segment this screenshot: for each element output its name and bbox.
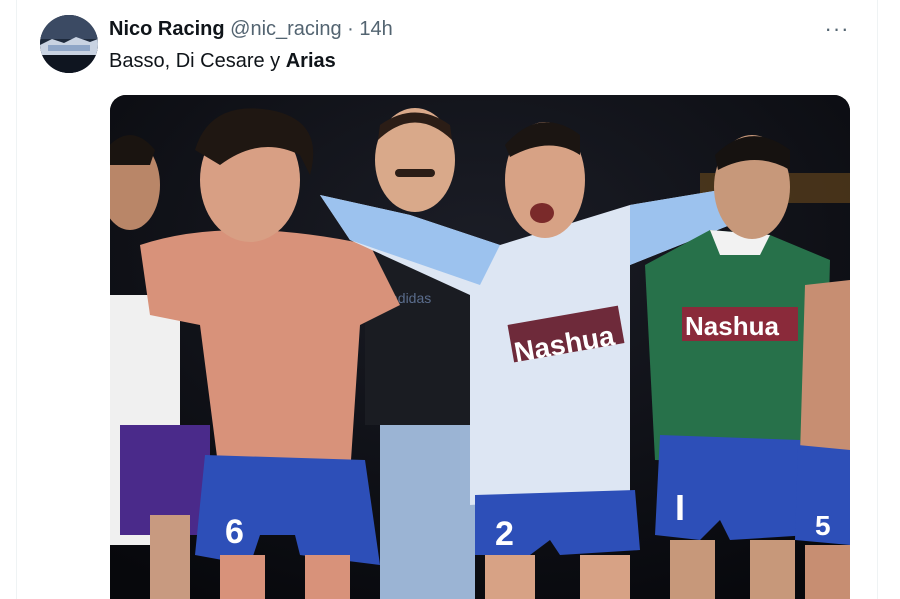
jersey-number-6: 6: [225, 513, 244, 551]
tweet-text-bold: Arias: [285, 50, 336, 72]
timestamp[interactable]: 14h: [359, 18, 392, 40]
author-name[interactable]: Nico Racing: [109, 18, 225, 40]
avatar[interactable]: [40, 15, 98, 73]
sponsor-text-right: Nashua: [685, 311, 779, 341]
jersey-number-2: 2: [495, 515, 514, 553]
jersey-number-I: I: [675, 487, 685, 528]
author-handle[interactable]: @nic_racing: [230, 18, 341, 40]
tweet-header: Nico Racing @nic_racing · 14h: [109, 18, 393, 41]
tweet-text-main: Basso, Di Cesare y: [109, 50, 286, 72]
more-options-icon[interactable]: ···: [822, 14, 852, 44]
tweet-text: Basso, Di Cesare y Arias: [109, 50, 336, 73]
tweet-photo[interactable]: adidas 6 Nashua 2 Nashua I 5: [110, 95, 850, 599]
jersey-number-5: 5: [815, 510, 831, 541]
separator-dot: ·: [347, 18, 354, 40]
